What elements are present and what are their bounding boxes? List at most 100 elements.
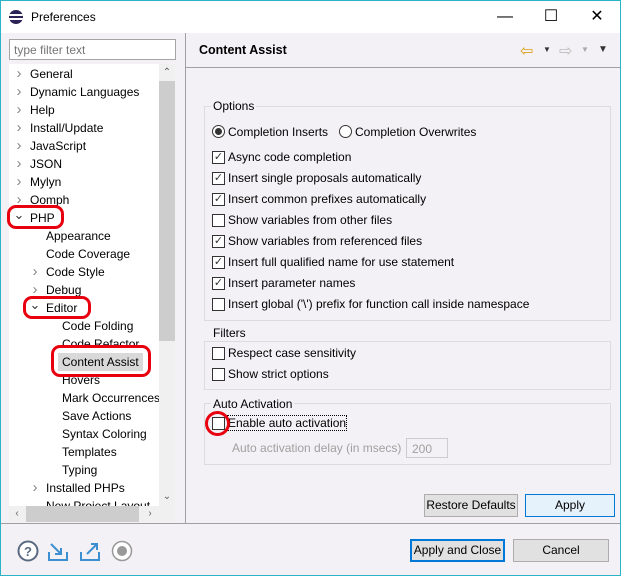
- tree-item[interactable]: Appearance: [42, 227, 115, 245]
- enable-auto-activation-label[interactable]: Enable auto activation: [226, 415, 348, 431]
- enable-auto-activation-checkbox[interactable]: [212, 417, 225, 430]
- option-checkbox[interactable]: [212, 298, 225, 311]
- tree-item[interactable]: Oomph: [26, 191, 73, 209]
- tree-item[interactable]: Syntax Coloring: [58, 425, 151, 443]
- tree-item[interactable]: Code Folding: [58, 317, 137, 335]
- option-checkbox[interactable]: ✓: [212, 277, 225, 290]
- option-checkbox-label[interactable]: Insert parameter names: [228, 276, 355, 290]
- pane-divider[interactable]: [185, 33, 186, 523]
- preferences-tree: General › Dynamic Languages › Help › Install/U…: [9, 64, 159, 506]
- scroll-right-icon[interactable]: ›: [142, 506, 158, 522]
- filter-checkbox[interactable]: [212, 368, 225, 381]
- chevron-right-icon[interactable]: ›: [29, 263, 41, 281]
- page-title: Content Assist: [199, 43, 287, 57]
- tree-vertical-scroll-thumb[interactable]: [159, 81, 175, 341]
- import-icon[interactable]: [47, 540, 69, 562]
- tree-item[interactable]: Debug: [42, 281, 85, 299]
- cancel-button[interactable]: Cancel: [513, 539, 609, 562]
- restore-defaults-button[interactable]: Restore Defaults: [424, 494, 518, 517]
- radio-completion-inserts[interactable]: [212, 125, 225, 138]
- option-checkbox-label[interactable]: Insert global ('\') prefix for function …: [228, 297, 529, 311]
- chevron-down-icon[interactable]: ⌄: [13, 208, 25, 221]
- footer-separator: [186, 523, 620, 524]
- filter-checkbox[interactable]: [212, 347, 225, 360]
- tree-item-label: New Project Layout: [46, 499, 151, 506]
- tree-horizontal-scroll-thumb[interactable]: [26, 506, 139, 522]
- option-checkbox-label[interactable]: Async code completion: [228, 150, 351, 164]
- option-checkbox-label[interactable]: Show variables from other files: [228, 213, 392, 227]
- tree-item[interactable]: Code Coverage: [42, 245, 134, 263]
- tree-item[interactable]: Help: [26, 101, 59, 119]
- tree-item[interactable]: JavaScript: [26, 137, 90, 155]
- option-checkbox-label[interactable]: Insert common prefixes automatically: [228, 192, 426, 206]
- option-checkbox-label[interactable]: Insert single proposals automatically: [228, 171, 421, 185]
- tree-item-label: General: [30, 67, 73, 81]
- tree-item[interactable]: PHP: [26, 209, 59, 227]
- radio-label[interactable]: Completion Overwrites: [355, 125, 476, 139]
- record-icon[interactable]: [111, 540, 133, 562]
- tree-item-label: Mark Occurrences: [62, 391, 159, 405]
- chevron-down-icon[interactable]: ⌄: [29, 298, 41, 311]
- apply-and-close-button[interactable]: Apply and Close: [410, 539, 505, 562]
- chevron-right-icon[interactable]: ›: [13, 119, 25, 137]
- tree-item[interactable]: Dynamic Languages: [26, 83, 143, 101]
- option-checkbox-label[interactable]: Insert full qualified name for use state…: [228, 255, 454, 269]
- minimize-button[interactable]: —: [482, 1, 528, 33]
- back-arrow-icon[interactable]: ⇦: [520, 41, 533, 61]
- auto-activation-delay-label: Auto activation delay (in msecs): [232, 441, 402, 455]
- back-menu-icon[interactable]: ▼: [543, 45, 551, 54]
- tree-item[interactable]: Content Assist: [58, 353, 143, 371]
- option-checkbox[interactable]: ✓: [212, 256, 225, 269]
- export-icon[interactable]: [79, 540, 101, 562]
- option-checkbox-label[interactable]: Show variables from referenced files: [228, 234, 422, 248]
- tree-item[interactable]: Editor: [42, 299, 81, 317]
- chevron-right-icon[interactable]: ›: [29, 479, 41, 497]
- filter-checkbox-label[interactable]: Show strict options: [228, 367, 329, 381]
- radio-label[interactable]: Completion Inserts: [228, 125, 328, 139]
- tree-item[interactable]: Hovers: [58, 371, 104, 389]
- tree-item[interactable]: Code Style: [42, 263, 109, 281]
- close-button[interactable]: ✕: [574, 1, 620, 33]
- footer-separator-left: [1, 523, 186, 524]
- tree-item[interactable]: Installed PHPs: [42, 479, 129, 497]
- header-separator: [186, 67, 620, 68]
- tree-item-label: Install/Update: [30, 121, 104, 135]
- apply-button[interactable]: Apply: [525, 494, 615, 517]
- tree-item[interactable]: General: [26, 65, 77, 83]
- help-icon[interactable]: ?: [17, 540, 39, 562]
- scroll-up-icon[interactable]: ⌃: [159, 65, 175, 81]
- chevron-right-icon[interactable]: ›: [13, 173, 25, 191]
- radio-completion-overwrites[interactable]: [339, 125, 352, 138]
- scroll-left-icon[interactable]: ‹: [9, 506, 25, 522]
- chevron-right-icon[interactable]: ›: [13, 137, 25, 155]
- option-checkbox[interactable]: ✓: [212, 172, 225, 185]
- tree-item[interactable]: Templates: [58, 443, 121, 461]
- chevron-right-icon[interactable]: ›: [13, 155, 25, 173]
- tree-item[interactable]: Typing: [58, 461, 101, 479]
- tree-item-label: Dynamic Languages: [30, 85, 140, 99]
- chevron-right-icon[interactable]: ›: [13, 65, 25, 83]
- tree-item[interactable]: JSON: [26, 155, 66, 173]
- option-checkbox[interactable]: ✓: [212, 235, 225, 248]
- filter-checkbox-label[interactable]: Respect case sensitivity: [228, 346, 356, 360]
- chevron-right-icon[interactable]: ›: [13, 101, 25, 119]
- chevron-right-icon[interactable]: ›: [13, 83, 25, 101]
- tree-item-label: Appearance: [46, 229, 111, 243]
- tree-item[interactable]: Mylyn: [26, 173, 65, 191]
- option-checkbox[interactable]: [212, 214, 225, 227]
- tree-item-label: JavaScript: [30, 139, 87, 153]
- title-bar: Preferences — ☐ ✕: [1, 1, 620, 33]
- tree-item[interactable]: Save Actions: [58, 407, 135, 425]
- tree-item[interactable]: New Project Layout: [42, 497, 154, 506]
- eclipse-icon: [9, 10, 23, 24]
- option-checkbox[interactable]: ✓: [212, 151, 225, 164]
- scroll-down-icon[interactable]: ⌄: [159, 489, 175, 505]
- tree-item[interactable]: Code Refactor: [58, 335, 143, 353]
- filter-input[interactable]: [9, 39, 176, 60]
- tree-item[interactable]: Install/Update: [26, 119, 107, 137]
- maximize-button[interactable]: ☐: [528, 1, 574, 33]
- tree-item[interactable]: Mark Occurrences: [58, 389, 159, 407]
- option-checkbox[interactable]: ✓: [212, 193, 225, 206]
- tree-item-label: Help: [30, 103, 55, 117]
- view-menu-icon[interactable]: ▼: [598, 44, 608, 55]
